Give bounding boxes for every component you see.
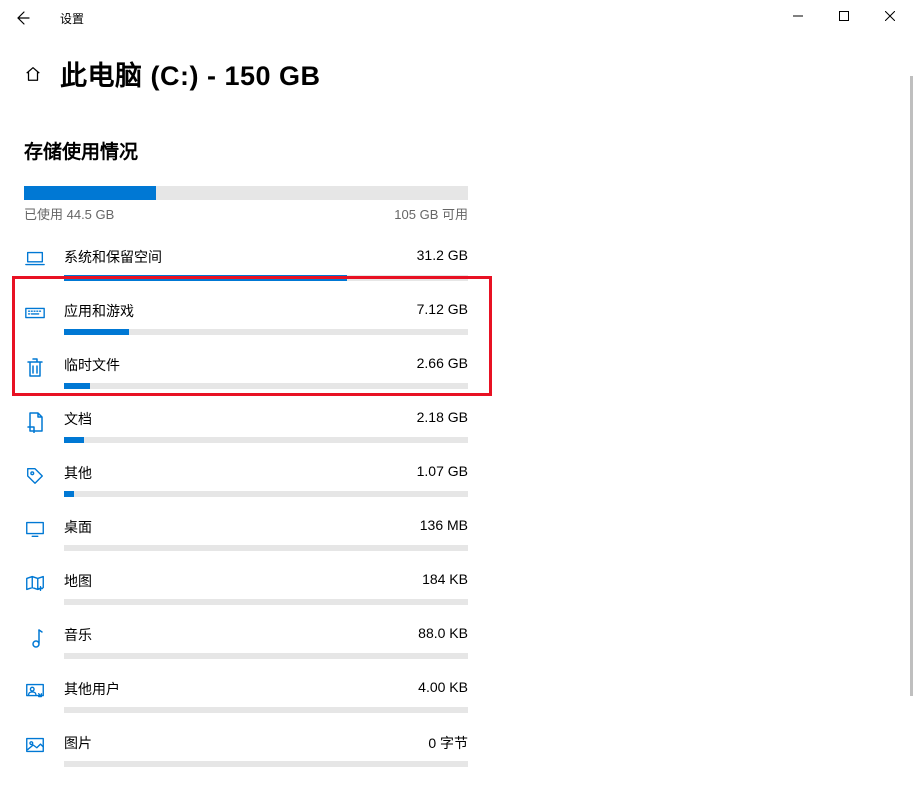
document-icon	[24, 411, 46, 433]
category-item[interactable]: 音乐 88.0 KB	[24, 615, 468, 669]
used-label: 已使用 44.5 GB	[24, 204, 114, 223]
category-bar	[64, 437, 468, 443]
tag-icon	[24, 465, 46, 487]
category-size: 2.18 GB	[417, 409, 468, 429]
picture-icon	[24, 735, 46, 755]
category-size: 88.0 KB	[418, 625, 468, 645]
category-bar	[64, 383, 468, 389]
overall-usage-fill	[24, 186, 156, 200]
users-icon	[24, 681, 46, 701]
category-size: 1.07 GB	[417, 463, 468, 483]
category-size: 0 字节	[428, 733, 468, 753]
window-title: 设置	[60, 10, 84, 27]
page-heading: 此电脑 (C:) - 150 GB	[24, 54, 889, 93]
page-title: 此电脑 (C:) - 150 GB	[60, 54, 321, 93]
category-bar	[64, 275, 468, 281]
category-bar-fill	[64, 329, 129, 335]
home-icon[interactable]	[24, 65, 42, 83]
category-label: 图片	[64, 733, 92, 753]
back-arrow-icon	[14, 10, 30, 26]
category-size: 4.00 KB	[418, 679, 468, 699]
category-list: 系统和保留空间 31.2 GB 应用和游戏 7.12 GB 临时文件 2.66 …	[24, 237, 468, 777]
map-icon	[24, 573, 46, 593]
window-controls	[775, 0, 913, 32]
category-label: 桌面	[64, 517, 92, 537]
keyboard-icon	[24, 303, 46, 323]
trash-icon	[24, 357, 46, 379]
category-bar-fill	[64, 491, 74, 497]
free-label: 105 GB 可用	[394, 204, 468, 223]
category-item[interactable]: 桌面 136 MB	[24, 507, 468, 561]
category-item[interactable]: 应用和游戏 7.12 GB	[24, 291, 468, 345]
category-label: 地图	[64, 571, 92, 591]
monitor-icon	[24, 519, 46, 539]
category-bar	[64, 599, 468, 605]
category-bar-fill	[64, 383, 90, 389]
category-item[interactable]: 地图 184 KB	[24, 561, 468, 615]
overall-usage-bar	[24, 186, 468, 200]
category-label: 其他	[64, 463, 92, 483]
category-bar	[64, 491, 468, 497]
category-item[interactable]: 其他用户 4.00 KB	[24, 669, 468, 723]
music-icon	[24, 627, 46, 649]
category-label: 音乐	[64, 625, 92, 645]
content-area: 此电脑 (C:) - 150 GB 存储使用情况 已使用 44.5 GB 105…	[0, 36, 913, 777]
laptop-icon	[24, 249, 46, 269]
section-title: 存储使用情况	[24, 137, 889, 164]
close-icon	[885, 11, 895, 21]
category-label: 应用和游戏	[64, 301, 134, 321]
category-bar	[64, 545, 468, 551]
overall-usage: 已使用 44.5 GB 105 GB 可用	[24, 186, 468, 223]
category-item[interactable]: 文档 2.18 GB	[24, 399, 468, 453]
close-button[interactable]	[867, 0, 913, 32]
category-size: 2.66 GB	[417, 355, 468, 375]
category-label: 临时文件	[64, 355, 120, 375]
minimize-button[interactable]	[775, 0, 821, 32]
category-bar-fill	[64, 275, 347, 281]
category-size: 31.2 GB	[417, 247, 468, 267]
category-bar-fill	[64, 437, 84, 443]
category-bar	[64, 707, 468, 713]
minimize-icon	[793, 11, 803, 21]
category-bar	[64, 761, 468, 767]
category-item[interactable]: 图片 0 字节	[24, 723, 468, 777]
category-bar	[64, 329, 468, 335]
category-item[interactable]: 系统和保留空间 31.2 GB	[24, 237, 468, 291]
category-size: 7.12 GB	[417, 301, 468, 321]
category-label: 系统和保留空间	[64, 247, 162, 267]
maximize-icon	[839, 11, 849, 21]
scrollbar-track[interactable]	[899, 36, 913, 805]
category-item[interactable]: 临时文件 2.66 GB	[24, 345, 468, 399]
back-button[interactable]	[14, 10, 38, 26]
category-size: 184 KB	[422, 571, 468, 591]
maximize-button[interactable]	[821, 0, 867, 32]
category-label: 其他用户	[64, 679, 120, 699]
category-bar	[64, 653, 468, 659]
category-label: 文档	[64, 409, 92, 429]
category-size: 136 MB	[420, 517, 468, 537]
category-item[interactable]: 其他 1.07 GB	[24, 453, 468, 507]
